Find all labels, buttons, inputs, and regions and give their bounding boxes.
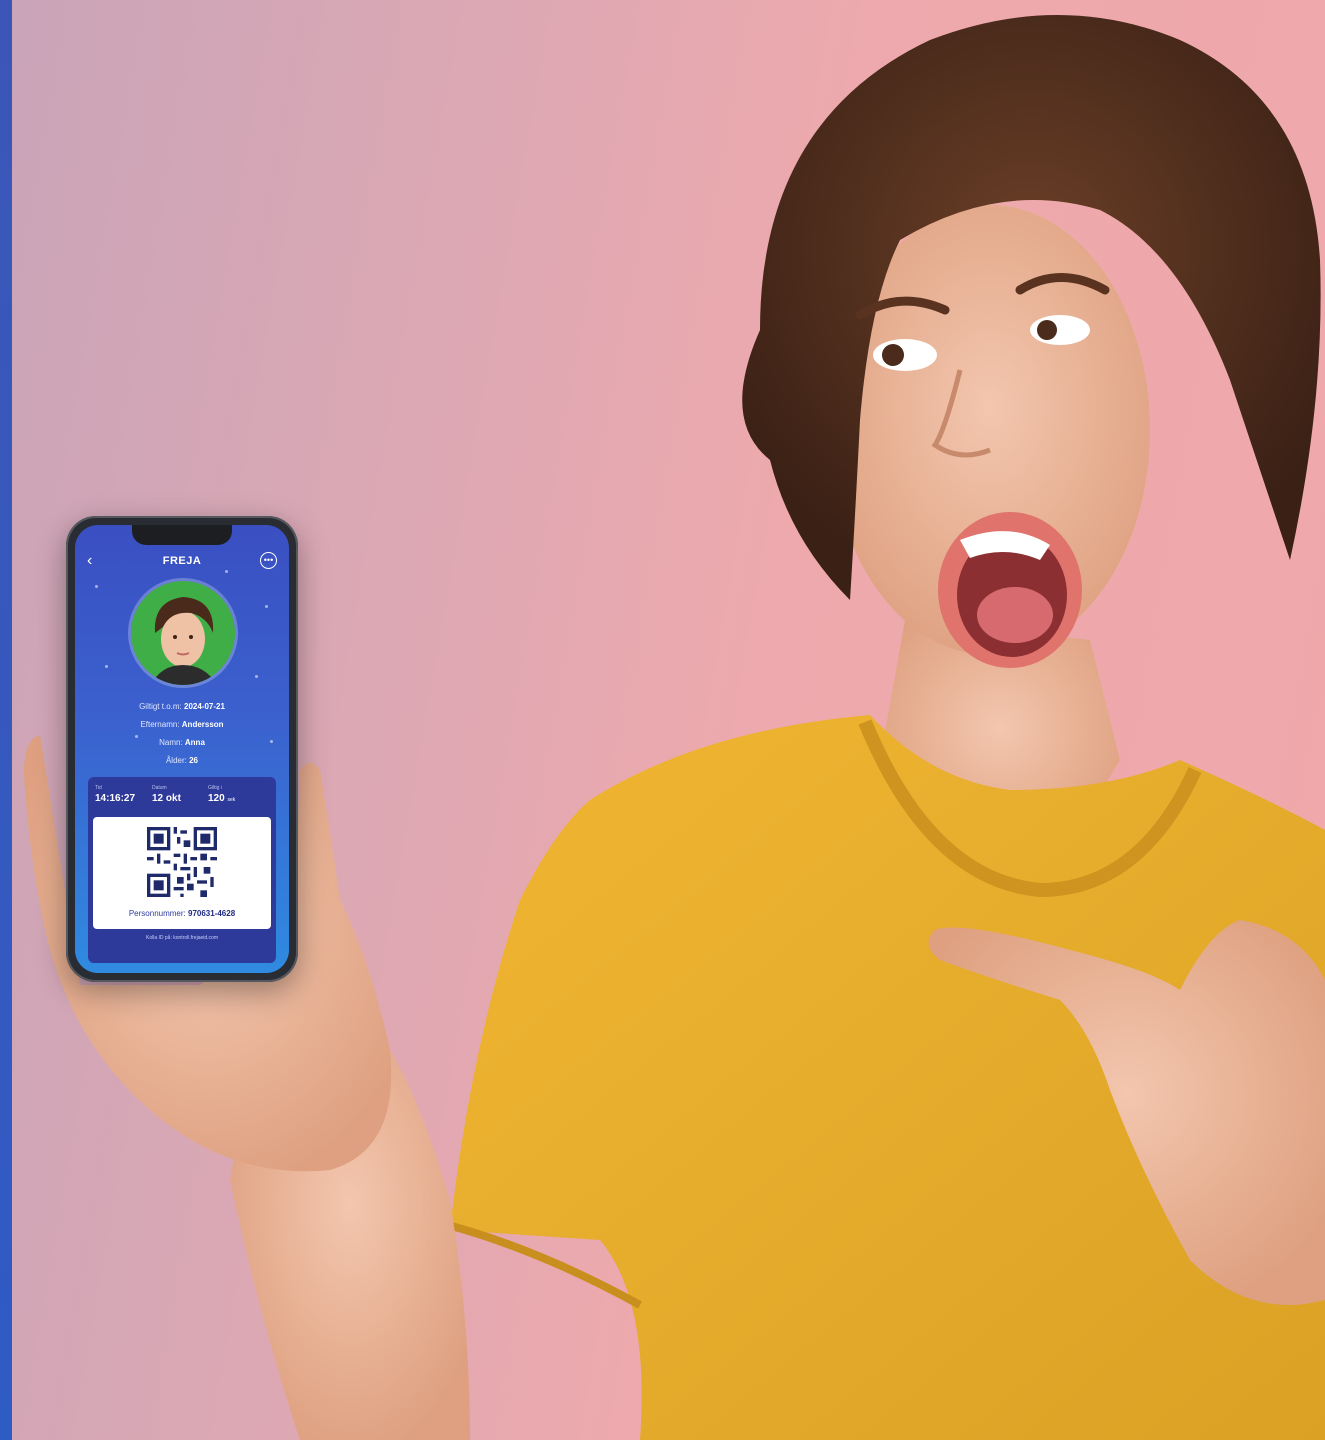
- app-title: FREJA: [162, 555, 202, 567]
- age-row: Ålder: 26: [75, 756, 289, 765]
- valid-for-label: Giltig i: [208, 785, 222, 791]
- name-row: Namn: Anna: [75, 738, 289, 747]
- qr-code-icon[interactable]: [147, 827, 217, 897]
- name-label: Namn:: [159, 738, 183, 747]
- pnr-value: 970631-4628: [188, 909, 236, 918]
- photo-scene: ‹ FREJA ••• Giltigt t.o.m: 2024-07-21 Ef…: [0, 0, 1325, 1440]
- star-dot: [265, 605, 268, 608]
- age-value: 26: [189, 756, 199, 765]
- star-dot: [105, 665, 108, 668]
- surname-label: Efternamn:: [140, 720, 180, 729]
- qr-card: Personnummer: 970631-4628: [93, 817, 271, 929]
- pnr-label: Personnummer:: [128, 909, 186, 918]
- avatar-portrait: [151, 597, 217, 685]
- id-ticket-card: Tid 14:16:27 Datum 12 okt Giltig i 120 s…: [88, 777, 276, 963]
- verify-link[interactable]: Kolla ID på: kontroll.frejaeid.com: [88, 935, 276, 941]
- valid-for-column: Giltig i 120 sek: [208, 785, 235, 804]
- date-label: Datum: [152, 785, 167, 791]
- phone-device: ‹ FREJA ••• Giltigt t.o.m: 2024-07-21 Ef…: [66, 516, 298, 982]
- valid-until-value: 2024-07-21: [184, 702, 225, 711]
- age-label: Ålder:: [165, 756, 187, 765]
- name-value: Anna: [184, 738, 205, 747]
- valid-for-value: 120: [208, 793, 225, 804]
- surname-row: Efternamn: Andersson: [75, 720, 289, 729]
- more-options-icon[interactable]: •••: [260, 552, 277, 569]
- star-dot: [225, 570, 228, 573]
- phone-notch: [132, 525, 232, 545]
- time-column: Tid 14:16:27: [95, 785, 135, 804]
- date-value: 12 okt: [152, 793, 181, 804]
- valid-for-unit: sek: [227, 797, 236, 803]
- phone-screen: ‹ FREJA ••• Giltigt t.o.m: 2024-07-21 Ef…: [75, 525, 289, 973]
- date-column: Datum 12 okt: [152, 785, 181, 804]
- valid-until-label: Giltigt t.o.m:: [139, 702, 182, 711]
- avatar: [131, 581, 235, 685]
- surname-value: Andersson: [181, 720, 224, 729]
- valid-until-row: Giltigt t.o.m: 2024-07-21: [75, 702, 289, 711]
- star-dot: [255, 675, 258, 678]
- star-dot: [95, 585, 98, 588]
- valid-for-value-wrap: 120 sek: [208, 793, 235, 804]
- time-label: Tid: [95, 785, 102, 791]
- time-value: 14:16:27: [95, 793, 136, 804]
- personal-number-row: Personnummer: 970631-4628: [93, 909, 271, 918]
